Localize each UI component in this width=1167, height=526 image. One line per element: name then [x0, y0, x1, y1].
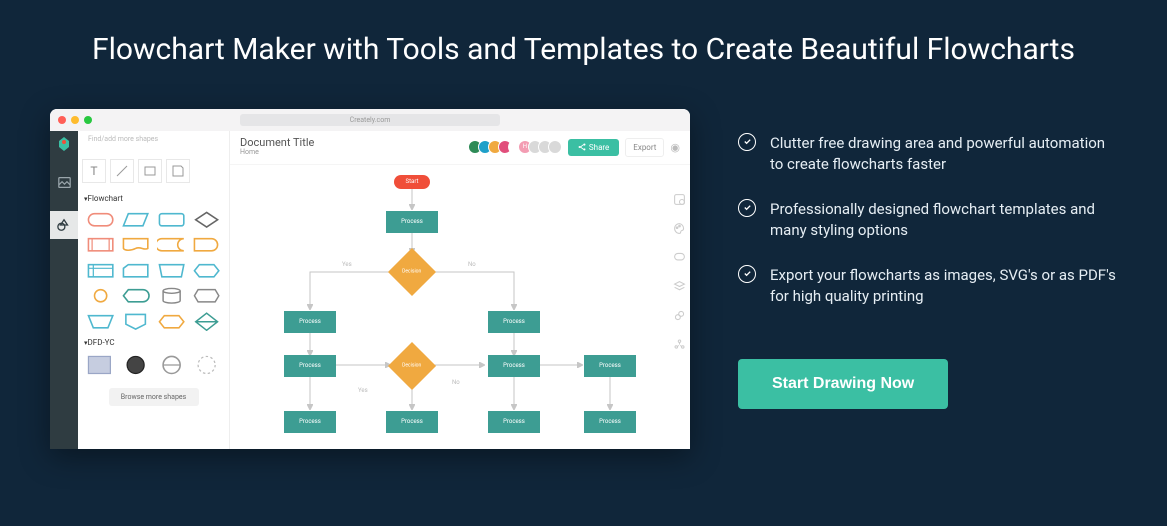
- start-drawing-button[interactable]: Start Drawing Now: [738, 359, 948, 409]
- check-icon: [738, 265, 756, 283]
- library-icon[interactable]: [673, 193, 686, 206]
- shape-subprocess[interactable]: [86, 235, 115, 255]
- feature-column: Clutter free drawing area and powerful a…: [738, 109, 1117, 409]
- node-process[interactable]: Process: [386, 211, 438, 233]
- shape-storage[interactable]: [157, 235, 186, 255]
- node-process[interactable]: Process: [488, 411, 540, 433]
- feature-item: Clutter free drawing area and powerful a…: [738, 133, 1117, 175]
- share-button[interactable]: Share: [568, 139, 619, 156]
- shape-loop[interactable]: [192, 261, 221, 281]
- rail-shapes-icon[interactable]: [50, 211, 78, 239]
- edge-label-yes: Yes: [358, 387, 368, 394]
- feature-item: Export your flowcharts as images, SVG's …: [738, 265, 1117, 307]
- right-rail: [668, 165, 690, 449]
- window-min-icon[interactable]: [71, 116, 79, 124]
- shape-card[interactable]: [121, 261, 150, 281]
- titlebar: Creately.com: [50, 109, 690, 131]
- shape-internal[interactable]: [86, 261, 115, 281]
- window-close-icon[interactable]: [58, 116, 66, 124]
- app-window: Creately.com Find/add more shapes T: [50, 109, 690, 449]
- node-process[interactable]: Process: [584, 355, 636, 377]
- shape-process[interactable]: [157, 210, 186, 230]
- node-process[interactable]: Process: [488, 311, 540, 333]
- collaborator-avatars[interactable]: H: [472, 140, 562, 154]
- message-icon[interactable]: [673, 251, 686, 264]
- shape-terminator[interactable]: [86, 210, 115, 230]
- check-icon: [738, 199, 756, 217]
- shape-dfd-flow[interactable]: [192, 354, 221, 376]
- feature-text: Clutter free drawing area and powerful a…: [770, 133, 1117, 175]
- node-process[interactable]: Process: [386, 411, 438, 433]
- text-tool-icon[interactable]: T: [82, 159, 106, 183]
- cat-flowchart[interactable]: Flowchart: [78, 191, 229, 206]
- avatar[interactable]: [548, 140, 562, 154]
- cat-dfd[interactable]: DFD-YC: [78, 335, 229, 350]
- layers-icon[interactable]: [673, 280, 686, 293]
- check-icon: [738, 133, 756, 151]
- node-process[interactable]: Process: [284, 355, 336, 377]
- browse-shapes-button[interactable]: Browse more shapes: [109, 388, 199, 406]
- node-process[interactable]: Process: [284, 411, 336, 433]
- preview-icon[interactable]: ◉: [670, 141, 680, 154]
- headline: Flowchart Maker with Tools and Templates…: [92, 30, 1075, 71]
- link-icon[interactable]: [673, 309, 686, 322]
- shape-preparation2[interactable]: [192, 286, 221, 306]
- palette-icon[interactable]: [673, 222, 686, 235]
- node-start[interactable]: Start: [394, 175, 430, 189]
- shape-grid-flowchart: [78, 206, 229, 336]
- edge-label-yes: Yes: [342, 261, 352, 268]
- shape-dfd-store[interactable]: [157, 354, 186, 376]
- canvas-area: Document Title Home H: [230, 131, 690, 449]
- shape-delay[interactable]: [192, 235, 221, 255]
- line-tool-icon[interactable]: [110, 159, 134, 183]
- shape-document[interactable]: [121, 235, 150, 255]
- search-input[interactable]: Find/add more shapes: [82, 135, 225, 153]
- shape-sort[interactable]: [192, 312, 221, 332]
- doc-header: Document Title Home H: [230, 131, 690, 165]
- feature-item: Professionally designed flowchart templa…: [738, 199, 1117, 241]
- rect-tool-icon[interactable]: [138, 159, 162, 183]
- feature-text: Professionally designed flowchart templa…: [770, 199, 1117, 241]
- share-label: Share: [589, 143, 609, 152]
- layout-icon[interactable]: [673, 338, 686, 351]
- quick-tools: T: [78, 157, 229, 191]
- rail-image-icon[interactable]: [50, 169, 78, 197]
- shape-panel: Find/add more shapes T Flowchart: [78, 131, 230, 449]
- shape-grid-dfd: [78, 350, 229, 380]
- node-process[interactable]: Process: [284, 311, 336, 333]
- edge-label-no: No: [468, 261, 476, 268]
- node-process[interactable]: Process: [488, 355, 540, 377]
- feature-text: Export your flowcharts as images, SVG's …: [770, 265, 1117, 307]
- shape-dfd-entity[interactable]: [86, 354, 115, 376]
- canvas[interactable]: Yes No No Yes Start Process Decision Pro…: [230, 165, 690, 449]
- shape-offpage[interactable]: [121, 312, 150, 332]
- shape-preparation[interactable]: [157, 312, 186, 332]
- edge-label-no: No: [452, 379, 460, 386]
- note-tool-icon[interactable]: [166, 159, 190, 183]
- address-bar: Creately.com: [240, 114, 500, 126]
- shape-data[interactable]: [121, 210, 150, 230]
- shape-manualop[interactable]: [86, 312, 115, 332]
- node-process[interactable]: Process: [584, 411, 636, 433]
- left-rail: [50, 131, 78, 449]
- shape-connector[interactable]: [86, 286, 115, 306]
- shape-display[interactable]: [121, 286, 150, 306]
- shape-database[interactable]: [157, 286, 186, 306]
- app-logo-icon: [57, 137, 71, 155]
- export-button[interactable]: Export: [625, 138, 664, 157]
- shape-decision[interactable]: [192, 210, 221, 230]
- window-max-icon[interactable]: [84, 116, 92, 124]
- breadcrumb[interactable]: Home: [240, 149, 314, 157]
- shape-manual[interactable]: [157, 261, 186, 281]
- shape-dfd-process[interactable]: [121, 354, 150, 376]
